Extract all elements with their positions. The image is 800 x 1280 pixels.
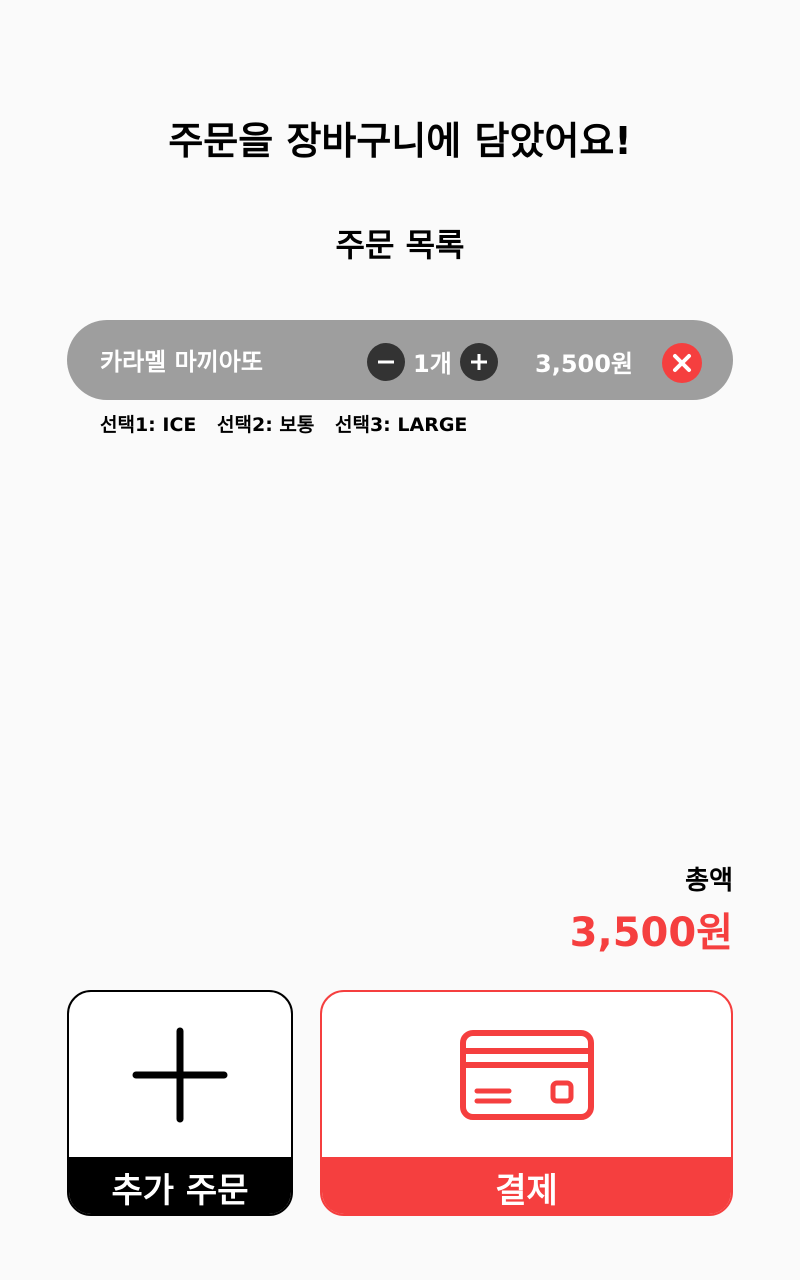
quantity-value: 1개 [413, 350, 452, 378]
increase-quantity-button[interactable] [460, 343, 498, 381]
add-order-button[interactable]: 추가 주문 [67, 990, 293, 1216]
pay-label: 결제 [322, 1157, 731, 1214]
cart-screen: 주문을 장바구니에 담았어요! 주문 목록 카라멜 마끼아또 1개 3,500원… [0, 0, 800, 1280]
page-title: 주문을 장바구니에 담았어요! [168, 119, 632, 163]
item-options: 선택1: ICE 선택2: 보통 선택3: LARGE [100, 410, 481, 437]
option-1: 선택1: ICE [100, 414, 197, 436]
option-3: 선택3: LARGE [335, 414, 468, 436]
plus-icon [471, 354, 487, 370]
option-2: 선택2: 보통 [217, 414, 315, 436]
order-item-row: 카라멜 마끼아또 1개 3,500원 [67, 320, 733, 400]
minus-icon [378, 360, 394, 364]
order-list-title: 주문 목록 [335, 226, 465, 264]
total-label: 총액 [685, 866, 733, 896]
add-order-label: 추가 주문 [69, 1157, 291, 1214]
add-order-icon-area [69, 992, 291, 1157]
item-price: 3,500원 [535, 350, 633, 378]
credit-card-icon [459, 1029, 594, 1120]
remove-item-button[interactable] [662, 343, 702, 383]
close-icon [673, 354, 691, 372]
item-name: 카라멜 마끼아또 [100, 348, 263, 376]
pay-icon-area [322, 992, 731, 1157]
decrease-quantity-button[interactable] [367, 343, 405, 381]
total-value: 3,500원 [569, 910, 733, 956]
pay-button[interactable]: 결제 [320, 990, 733, 1216]
plus-icon [132, 1027, 228, 1122]
